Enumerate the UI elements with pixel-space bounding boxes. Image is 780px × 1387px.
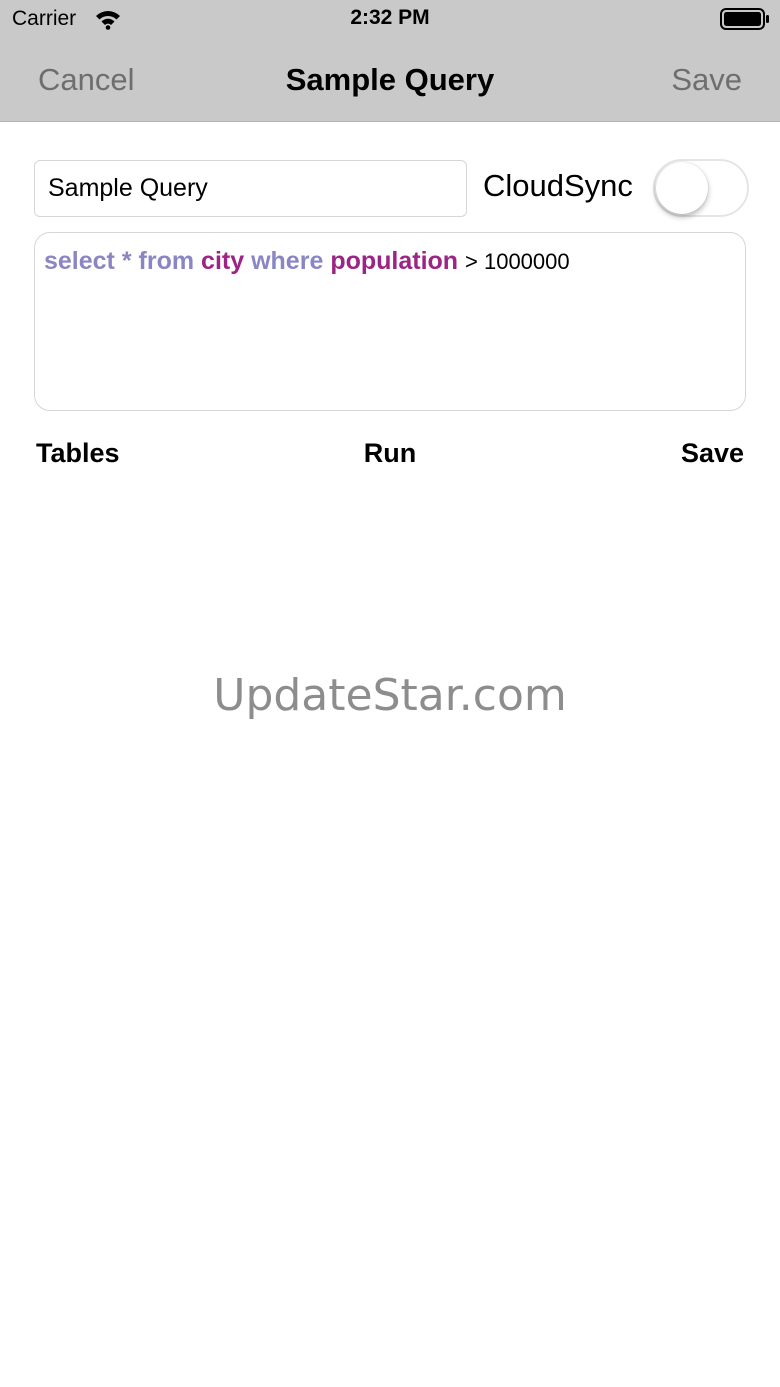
page-title: Sample Query	[285, 62, 495, 97]
sql-identifier: population	[330, 247, 459, 275]
sql-keyword: from	[138, 247, 195, 275]
cloudsync-label: CloudSync	[483, 168, 633, 203]
sql-keyword: select	[44, 247, 115, 275]
query-name-input[interactable]	[34, 160, 467, 217]
watermark-text: UpdateStar.com	[213, 670, 567, 721]
battery-icon	[720, 8, 769, 30]
nav-save-button[interactable]: Save	[671, 62, 742, 98]
sql-condition-text: > 1000000	[465, 249, 570, 274]
sql-query-editor[interactable]: select * from city where population > 10…	[34, 232, 746, 411]
toggle-knob	[656, 162, 708, 214]
sql-identifier: city	[201, 247, 245, 275]
status-bar: Carrier 2:32 PM	[0, 0, 780, 40]
status-time: 2:32 PM	[350, 6, 430, 29]
run-button[interactable]: Run	[0, 438, 780, 469]
save-button[interactable]: Save	[681, 438, 744, 469]
navigation-bar: Cancel Sample Query Save	[0, 40, 780, 122]
cloudsync-toggle[interactable]	[653, 159, 749, 217]
sql-keyword: where	[251, 247, 324, 275]
sql-keyword: *	[121, 247, 132, 275]
